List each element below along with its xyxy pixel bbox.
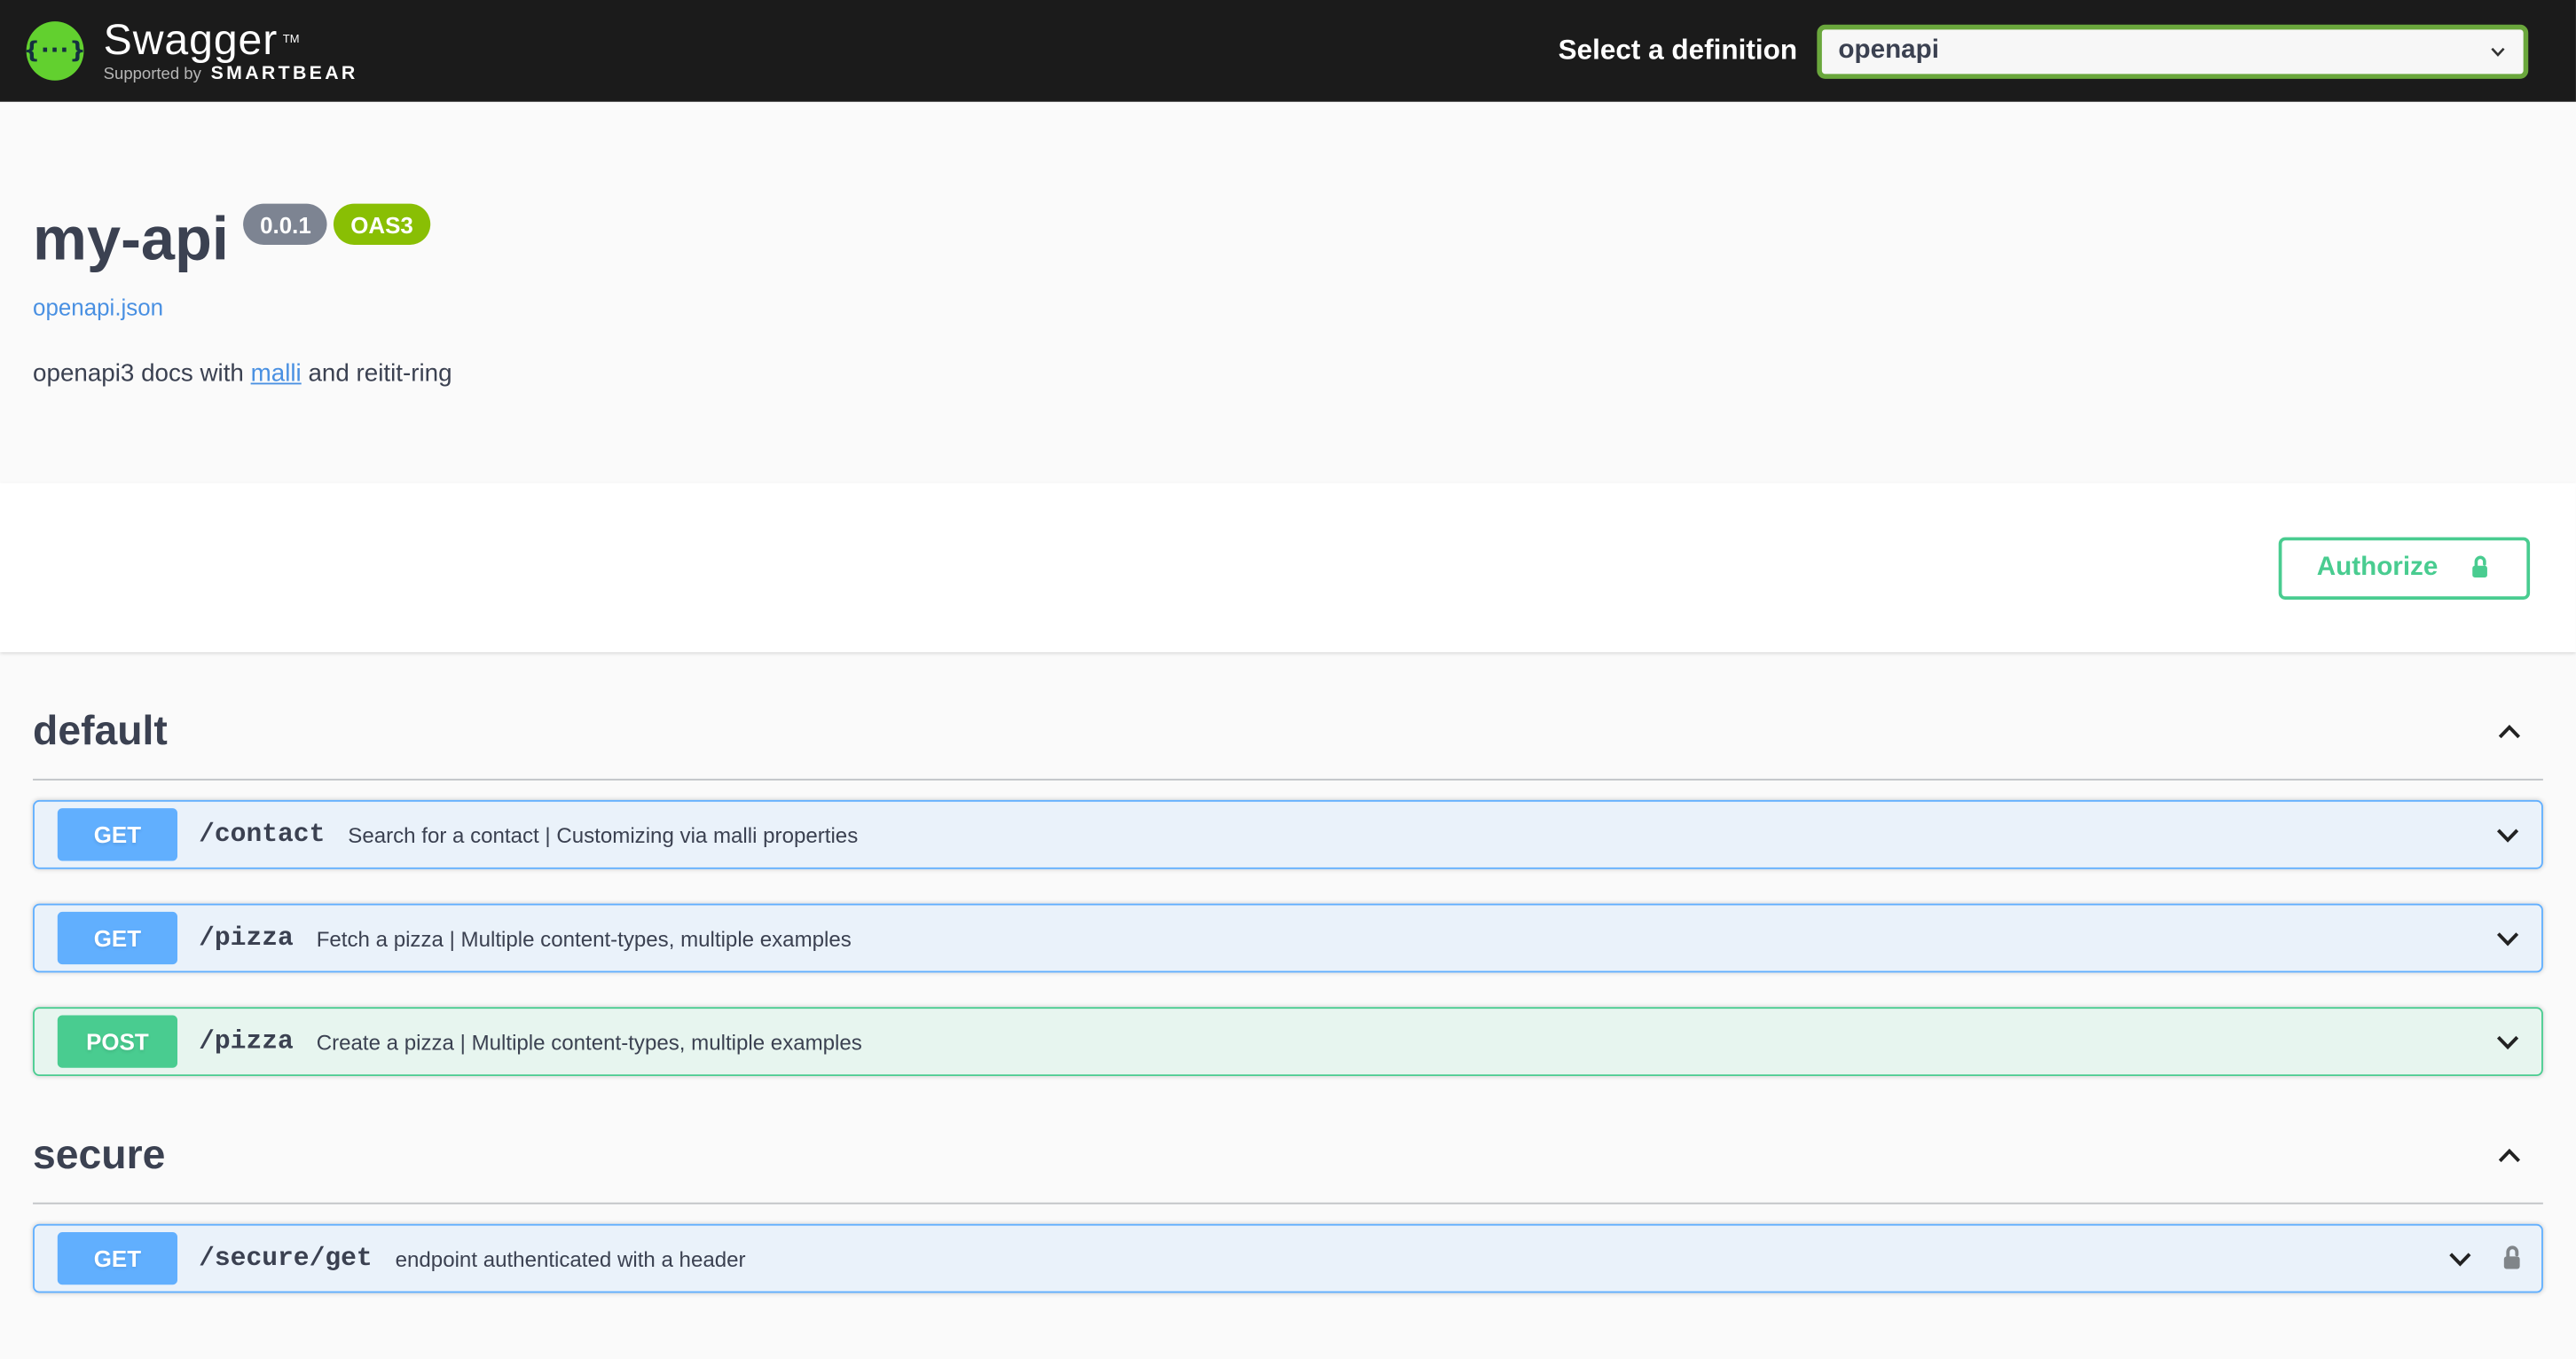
operation-summary: Search for a contact | Customizing via m…: [348, 822, 858, 847]
tag-section-secure: secure GET /secure/get endpoint authenti…: [33, 1130, 2543, 1292]
chevron-down-icon[interactable]: [2491, 1025, 2525, 1059]
tag-header-default[interactable]: default: [33, 706, 2543, 780]
unlocked-padlock-icon: [2468, 554, 2493, 581]
operation-row[interactable]: GET /pizza Fetch a pizza | Multiple cont…: [33, 904, 2543, 973]
version-badge: 0.0.1: [244, 204, 328, 245]
operation-summary: Create a pizza | Multiple content-types,…: [317, 1029, 862, 1054]
operation-path: /contact: [199, 820, 325, 849]
swagger-logo[interactable]: {···} SwaggerTM Supported by SMARTBEAR: [27, 18, 358, 84]
info-section: my-api 0.0.1 OAS3 openapi.json openapi3 …: [0, 102, 2576, 483]
authorize-button-label: Authorize: [2317, 553, 2439, 582]
swagger-logo-icon: {···}: [27, 21, 84, 81]
tag-title: default: [33, 706, 168, 756]
supported-by-label: Supported by: [104, 66, 201, 83]
select-chevron-down-icon: [2487, 40, 2509, 61]
method-badge: GET: [58, 1232, 177, 1284]
operation-row[interactable]: GET /secure/get endpoint authenticated w…: [33, 1224, 2543, 1293]
method-badge: GET: [58, 808, 177, 860]
tag-header-secure[interactable]: secure: [33, 1130, 2543, 1204]
definition-select-value: openapi: [1838, 36, 1939, 66]
brand-name: Swagger: [104, 14, 279, 64]
operation-path: /secure/get: [199, 1244, 373, 1273]
collapse-section-button[interactable]: [2492, 1138, 2526, 1173]
method-badge: POST: [58, 1016, 177, 1068]
operation-row[interactable]: GET /contact Search for a contact | Cust…: [33, 800, 2543, 869]
operation-summary: endpoint authenticated with a header: [396, 1246, 746, 1271]
chevron-up-icon: [2492, 1138, 2526, 1173]
select-definition-label: Select a definition: [1559, 35, 1797, 67]
chevron-down-icon[interactable]: [2491, 817, 2525, 852]
oas3-badge: OAS3: [334, 204, 430, 245]
tag-title: secure: [33, 1130, 165, 1180]
description-text: openapi3 docs with: [33, 360, 251, 388]
collapse-section-button[interactable]: [2492, 714, 2526, 749]
operation-path: /pizza: [199, 1027, 294, 1057]
trademark-mark: TM: [283, 34, 300, 45]
definition-group: Select a definition openapi: [1559, 24, 2529, 78]
malli-link[interactable]: malli: [251, 360, 302, 388]
description-text: and reitit-ring: [302, 360, 452, 388]
chevron-down-icon[interactable]: [2443, 1241, 2478, 1276]
api-description: openapi3 docs with malli and reitit-ring: [33, 360, 2543, 389]
brand-text: SwaggerTM Supported by SMARTBEAR: [104, 18, 358, 84]
operation-summary: Fetch a pizza | Multiple content-types, …: [317, 926, 852, 951]
smartbear-wordmark: SMARTBEAR: [211, 64, 358, 83]
swagger-ui-page: {···} SwaggerTM Supported by SMARTBEAR S…: [0, 0, 2576, 1332]
page-title: my-api: [33, 204, 229, 275]
authorize-button[interactable]: Authorize: [2279, 537, 2530, 599]
operation-path: /pizza: [199, 923, 294, 953]
chevron-down-icon[interactable]: [2491, 921, 2525, 955]
braces-glyph: {···}: [24, 37, 87, 64]
chevron-up-icon: [2492, 714, 2526, 749]
spec-link[interactable]: openapi.json: [33, 295, 163, 322]
definition-select[interactable]: openapi: [1817, 24, 2528, 78]
scheme-container: Authorize: [0, 483, 2576, 652]
method-badge: GET: [58, 912, 177, 964]
operation-row[interactable]: POST /pizza Create a pizza | Multiple co…: [33, 1007, 2543, 1076]
tag-section-default: default GET /contact Search for a contac…: [33, 706, 2543, 1076]
operations-list: default GET /contact Search for a contac…: [0, 706, 2576, 1358]
unlocked-padlock-icon[interactable]: [2499, 1244, 2525, 1273]
topbar: {···} SwaggerTM Supported by SMARTBEAR S…: [0, 0, 2576, 102]
